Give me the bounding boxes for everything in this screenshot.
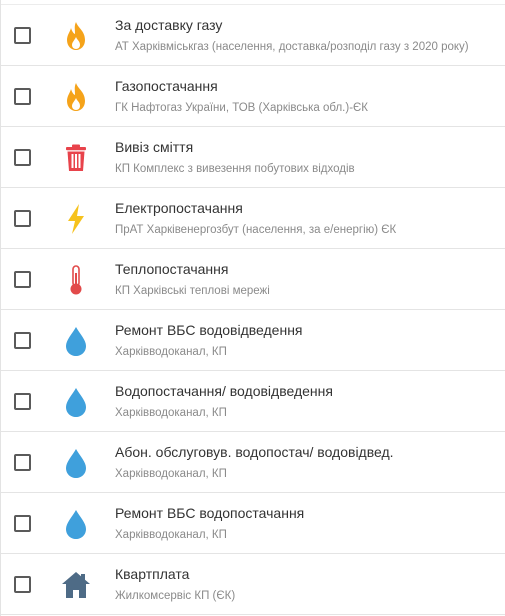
select-checkbox[interactable] [14,271,31,288]
house-icon [59,568,93,602]
select-checkbox[interactable] [14,88,31,105]
select-checkbox[interactable] [14,149,31,166]
list-item[interactable]: Абон. обслуговув. водопостач/ водовідвед… [1,432,505,493]
list-item[interactable]: За доставку газу АТ Харківміськгаз (насел… [1,5,505,66]
service-title: Ремонт ВБС водовідведення [115,322,303,338]
list-item[interactable]: Ремонт ВБС водовідведення Харківводоканал… [1,310,505,371]
flame-icon [59,19,93,53]
service-title: Ремонт ВБС водопостачання [115,505,305,521]
list-item[interactable]: Газопостачання ГК Нафтогаз України, ТОВ (… [1,66,505,127]
service-provider: КП Харківські теплові мережі [115,285,270,297]
lightning-icon [59,202,93,236]
water-drop-icon [59,446,93,480]
list-item[interactable]: Водопостачання/ водовідведення Харківводо… [1,371,505,432]
service-provider: Жилкомсервіс КП (ЄК) [115,590,236,602]
select-checkbox[interactable] [14,515,31,532]
service-provider: КП Комплекс з вивезення побутових відход… [115,163,355,175]
water-drop-icon [59,385,93,419]
service-title: Електропостачання [115,200,243,216]
service-title: Теплопостачання [115,261,229,277]
service-provider: Харківводоканал, КП [115,407,227,419]
service-provider: ПрАТ Харківенергозбут (населення, за е/е… [115,224,397,236]
service-title: За доставку газу [115,17,223,33]
service-title: Водопостачання/ водовідведення [115,383,333,399]
select-checkbox[interactable] [14,576,31,593]
water-drop-icon [59,324,93,358]
select-checkbox[interactable] [14,454,31,471]
service-provider: Харківводоканал, КП [115,346,227,358]
flame-icon [59,80,93,114]
service-provider: Харківводоканал, КП [115,468,227,480]
trash-icon [59,141,93,175]
list-item[interactable]: Вивіз сміття КП Комплекс з вивезення побу… [1,127,505,188]
list-item[interactable]: Ремонт ВБС водопостачання Харківводоканал… [1,493,505,554]
service-title: Вивіз сміття [115,139,194,155]
list-item[interactable]: Квартплата Жилкомсервіс КП (ЄК) [1,554,505,615]
select-checkbox[interactable] [14,210,31,227]
service-provider: ГК Нафтогаз України, ТОВ (Харківська обл… [115,102,368,114]
service-title: Абон. обслуговув. водопостач/ водовідвед… [115,444,394,460]
service-title: Квартплата [115,566,190,582]
select-checkbox[interactable] [14,393,31,410]
list-item[interactable]: Електропостачання ПрАТ Харківенергозбут (… [1,188,505,249]
services-list: За доставку газу АТ Харківміськгаз (насел… [0,0,505,616]
service-title: Газопостачання [115,78,218,94]
select-checkbox[interactable] [14,27,31,44]
thermometer-icon [59,263,93,297]
list-item[interactable]: Теплопостачання КП Харківські теплові мер… [1,249,505,310]
service-provider: Харківводоканал, КП [115,529,227,541]
select-checkbox[interactable] [14,332,31,349]
water-drop-icon [59,507,93,541]
service-provider: АТ Харківміськгаз (населення, доставка/р… [115,41,469,53]
